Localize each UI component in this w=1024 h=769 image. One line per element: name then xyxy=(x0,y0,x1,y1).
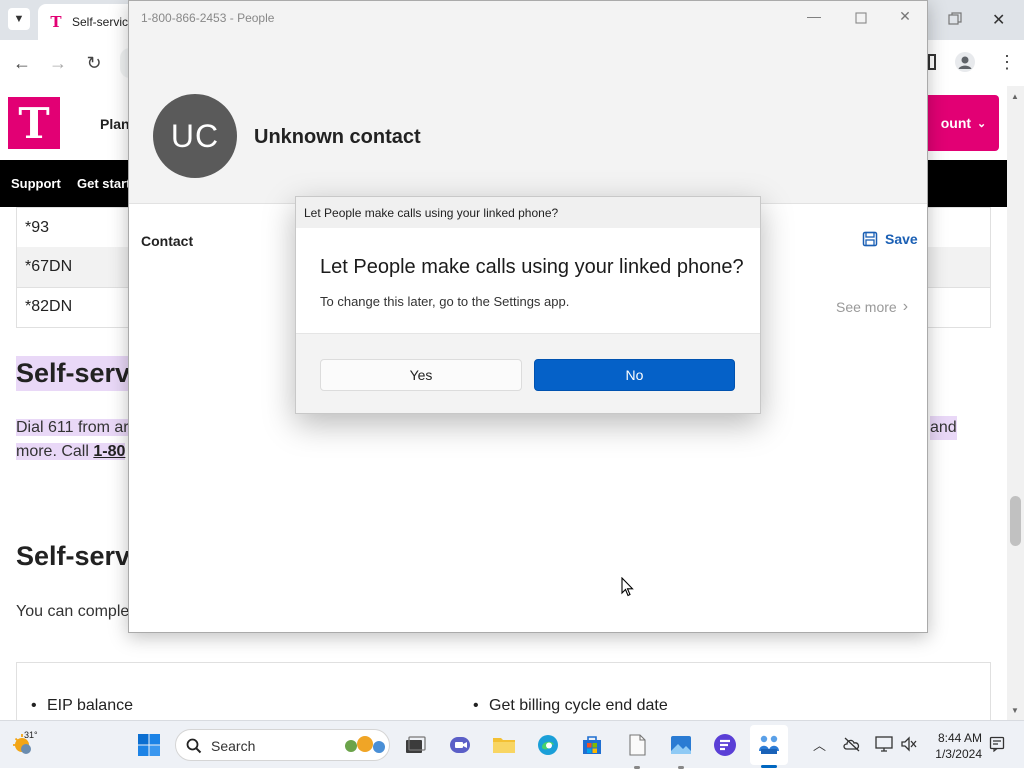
network-icon[interactable] xyxy=(875,736,893,752)
save-icon xyxy=(862,231,878,247)
yes-button[interactable]: Yes xyxy=(320,359,522,391)
dialog-titlebar: Let People make calls using your linked … xyxy=(296,197,760,228)
save-button[interactable]: Save xyxy=(862,231,918,247)
browser-tab-title: Self-service xyxy=(72,15,135,29)
table-cell-code: *67DN xyxy=(25,258,73,275)
save-button-label: Save xyxy=(885,231,918,247)
search-icon xyxy=(186,738,202,754)
people-taskbar-button[interactable] xyxy=(750,725,788,765)
mouse-cursor-icon xyxy=(621,577,634,597)
clock-date: 1/3/2024 xyxy=(935,747,982,761)
list-item: EIP balance xyxy=(31,697,133,715)
reload-button[interactable]: ↻ xyxy=(82,52,106,74)
browser-menu-icon[interactable]: ⋮ xyxy=(998,52,1016,72)
edge-browser-icon[interactable] xyxy=(536,733,560,757)
scroll-up-icon[interactable]: ▲ xyxy=(1011,92,1019,101)
purple-app-icon[interactable] xyxy=(713,733,737,757)
notepad-icon[interactable] xyxy=(625,733,649,757)
browser-close-icon[interactable]: ✕ xyxy=(992,10,1005,30)
chevron-up-icon[interactable]: ︿ xyxy=(813,735,826,754)
list-item: Get billing cycle end date xyxy=(473,697,668,715)
scroll-down-icon[interactable]: ▼ xyxy=(1011,706,1019,715)
page-scrollbar[interactable]: ▲ ▼ xyxy=(1007,86,1024,720)
paragraph-text: and xyxy=(930,416,957,440)
dialog-title: Let People make calls using your linked … xyxy=(304,206,559,220)
file-explorer-icon[interactable] xyxy=(492,733,516,757)
photos-icon[interactable] xyxy=(669,733,693,757)
people-app-icon xyxy=(759,735,779,754)
close-icon[interactable]: ✕ xyxy=(895,8,915,25)
minimize-icon[interactable]: — xyxy=(804,8,824,24)
linked-phone-dialog: Let People make calls using your linked … xyxy=(295,196,761,414)
account-button[interactable]: ount ⌄ xyxy=(928,95,999,151)
system-clock[interactable]: 8:44 AM 1/3/2024 xyxy=(930,730,982,762)
people-titlebar: 1-800-866-2453 - People — ✕ xyxy=(129,1,927,34)
task-view-icon[interactable] xyxy=(403,733,427,757)
contact-name: Unknown contact xyxy=(254,126,421,148)
section-heading: Self-serv xyxy=(16,541,131,571)
taskbar: 31° Search ︿ 8:44 AM 1/3/2024 xyxy=(0,720,1024,769)
contact-section-label: Contact xyxy=(141,233,194,249)
nav-item-get-started[interactable]: Get start xyxy=(77,176,130,191)
phone-link[interactable]: 1-80 xyxy=(93,443,126,460)
clock-time: 8:44 AM xyxy=(937,731,982,745)
weather-temperature: 31° xyxy=(24,730,38,740)
paragraph-text: more. Call xyxy=(16,443,94,460)
no-button[interactable]: No xyxy=(534,359,735,391)
dialog-heading: Let People make calls using your linked … xyxy=(320,256,744,278)
tmobile-favicon-icon: T xyxy=(50,13,62,31)
section-heading: Self-serv xyxy=(16,356,131,391)
nav-item-support[interactable]: Support xyxy=(11,176,61,191)
browser-tab[interactable]: T Self-service xyxy=(38,4,138,40)
tmobile-logo[interactable]: T xyxy=(8,97,60,149)
chevron-down-icon: ⌄ xyxy=(977,117,987,130)
avatar: UC xyxy=(153,94,237,178)
contact-header: UC Unknown contact xyxy=(129,34,927,204)
account-button-label: ount xyxy=(940,115,972,131)
profile-avatar-icon[interactable] xyxy=(955,52,975,72)
chevron-right-icon: › xyxy=(902,298,909,315)
tab-search-button[interactable]: ▼ xyxy=(8,8,30,30)
search-highlight-icon xyxy=(345,736,385,753)
microsoft-store-icon[interactable] xyxy=(580,733,604,757)
notifications-icon[interactable] xyxy=(989,736,1005,752)
body-paragraph: You can comple xyxy=(16,603,130,620)
volume-muted-icon[interactable] xyxy=(900,736,918,752)
scrollbar-thumb[interactable] xyxy=(1010,496,1021,546)
browser-restore-icon[interactable] xyxy=(946,10,964,28)
windows-start-icon[interactable] xyxy=(137,733,161,757)
forward-button[interactable]: → xyxy=(46,52,70,74)
people-window-title: 1-800-866-2453 - People xyxy=(141,11,275,25)
taskbar-search-box[interactable]: Search xyxy=(175,729,390,761)
onedrive-offline-icon[interactable] xyxy=(843,736,861,752)
search-placeholder: Search xyxy=(211,738,256,754)
see-more-label: See more xyxy=(836,299,897,315)
dialog-footer: Yes No xyxy=(296,333,760,413)
back-button[interactable]: ← xyxy=(10,52,34,74)
dialog-subtext: To change this later, go to the Settings… xyxy=(320,294,570,309)
table-cell-code: *93 xyxy=(25,219,50,236)
chevron-down-icon: ▼ xyxy=(13,13,25,25)
table-cell-code: *82DN xyxy=(25,298,73,315)
see-more-button[interactable]: See more › xyxy=(836,298,908,316)
maximize-icon[interactable] xyxy=(851,11,871,25)
body-paragraph: Dial 611 from ar more. Call 1-80 xyxy=(16,416,129,464)
teams-chat-icon[interactable] xyxy=(448,733,472,757)
paragraph-text: Dial 611 from ar xyxy=(16,419,129,436)
